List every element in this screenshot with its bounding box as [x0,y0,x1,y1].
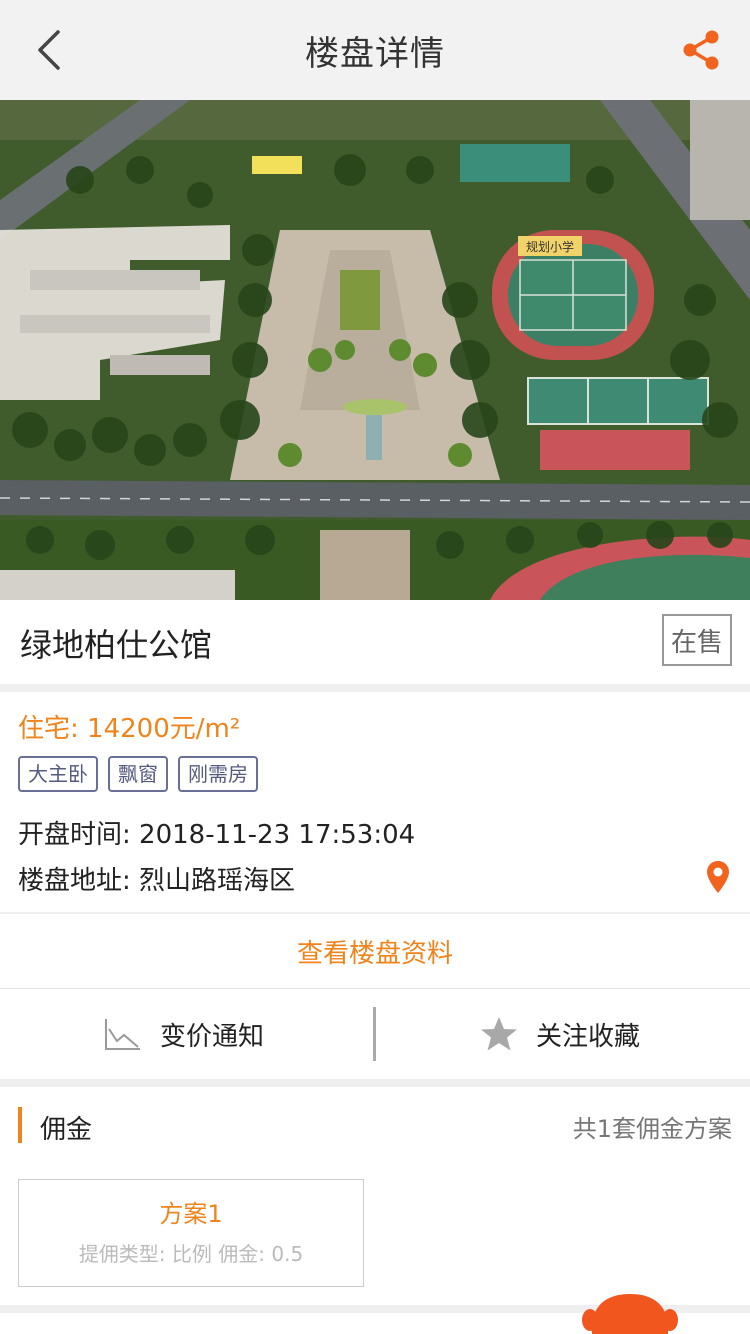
favorite-button[interactable]: 关注收藏 [480,989,640,1079]
price-change-notice-label: 变价通知 [160,1021,265,1052]
view-property-info-button[interactable]: 查看楼盘资料 [0,913,750,988]
nav-header: 楼盘详情 [0,0,750,100]
star-icon [481,1017,517,1051]
action-bar: 变价通知 关注收藏 [0,988,750,1079]
price-change-notice-button[interactable]: 变价通知 [104,989,264,1079]
sand-table-model-image: 规划小学 [0,100,750,600]
property-info: 住宅: 14200元/m² 大主卧 飘窗 刚需房 开盘时间: 2018-11-2… [0,692,750,912]
commission-plan-card[interactable]: 方案1 提佣类型: 比例 佣金: 0.5 [18,1179,364,1287]
address-row: 楼盘地址: 烈山路瑶海区 [18,860,295,897]
feature-tag: 大主卧 [18,756,98,792]
feature-tag: 刚需房 [178,756,258,792]
sale-status-badge: 在售 [662,614,732,666]
address-label: 楼盘地址: [18,866,131,896]
property-image-carousel[interactable]: 规划小学 [0,100,750,600]
back-icon[interactable] [28,26,72,74]
property-detail-page: 楼盘详情 规划小学 绿地柏仕公馆 在售 住宅: 14200元/m² 大主卧 飘窗… [0,0,750,1334]
floating-service-icon[interactable] [582,1290,678,1334]
open-time-value: 2018-11-23 17:53:04 [139,820,416,850]
property-title-row: 绿地柏仕公馆 在售 [0,600,750,684]
section-accent-bar [18,1107,22,1143]
location-pin-icon[interactable] [706,860,730,894]
price-text: 住宅: 14200元/m² [18,714,241,744]
plan-name: 方案1 [159,1200,223,1228]
property-name: 绿地柏仕公馆 [20,626,213,664]
open-time-row: 开盘时间: 2018-11-23 17:53:04 [18,814,415,851]
commission-section: 佣金 共1套佣金方案 方案1 提佣类型: 比例 佣金: 0.5 [0,1087,750,1305]
trend-chart-icon [105,1019,140,1050]
open-time-label: 开盘时间: [18,820,131,850]
commission-count: 共1套佣金方案 [572,1115,732,1143]
share-icon[interactable] [678,28,724,72]
school-sign-text: 规划小学 [526,239,574,254]
commission-title: 佣金 [40,1115,93,1145]
action-divider [373,1007,376,1061]
feature-tags: 大主卧 飘窗 刚需房 [18,756,258,792]
feature-tag: 飘窗 [108,756,168,792]
address-value: 烈山路瑶海区 [139,866,296,896]
favorite-label: 关注收藏 [536,1021,641,1052]
plan-description: 提佣类型: 比例 佣金: 0.5 [78,1242,304,1266]
page-title: 楼盘详情 [305,33,445,74]
